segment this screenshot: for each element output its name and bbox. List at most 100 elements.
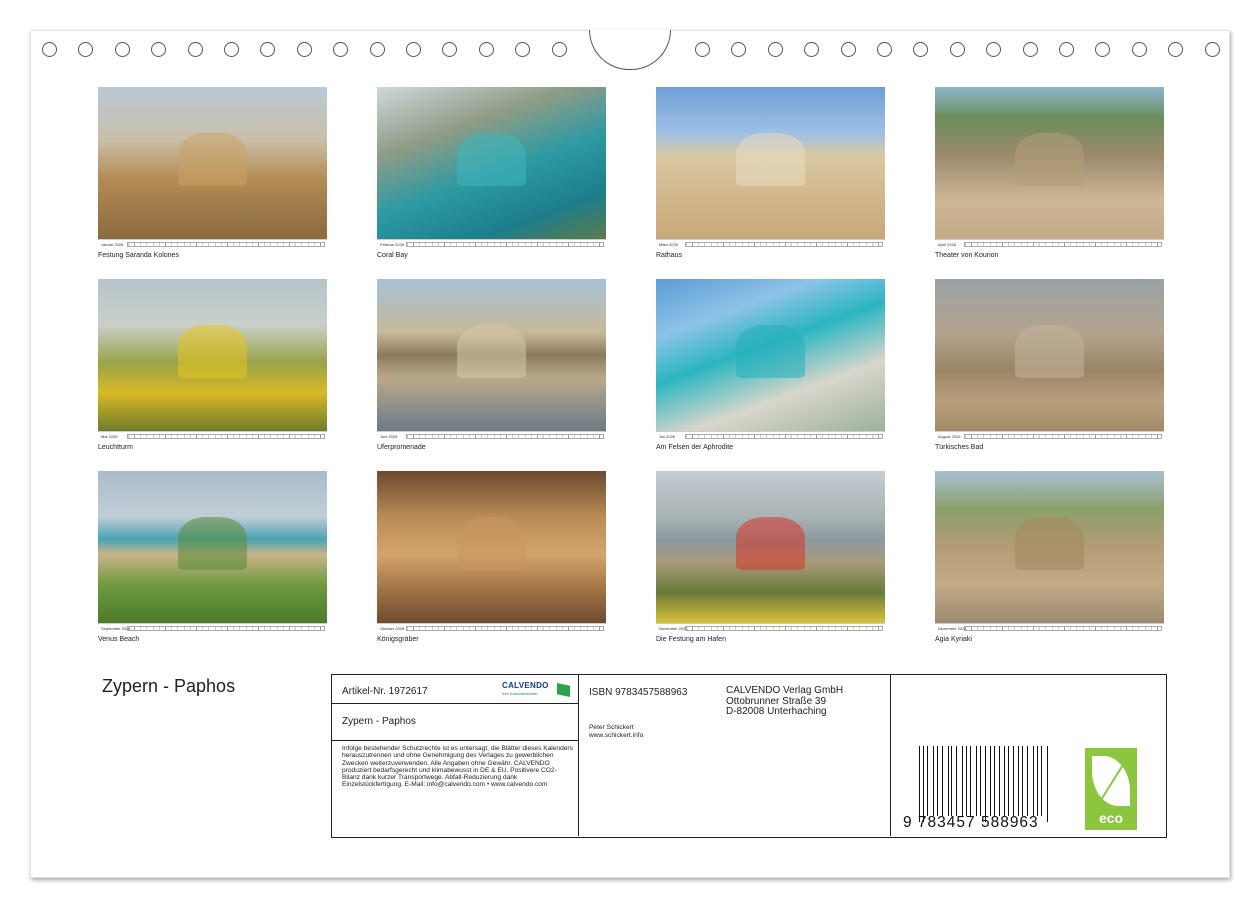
month-calendar-strip: Januar 2026 <box>98 239 327 249</box>
barcode-bar <box>1048 746 1049 822</box>
month-name: Februar 2026 <box>380 242 405 247</box>
month-photo <box>656 471 885 623</box>
month-name: Juni 2026 <box>380 434 398 439</box>
photo-caption: Theater von Kourion <box>935 252 999 259</box>
leaf-icon <box>1092 756 1130 806</box>
calvendo-logo: CALVENDO Ihre Kalendermarke <box>502 681 570 699</box>
binding-hole <box>224 42 239 57</box>
binding-hole <box>296 42 312 57</box>
month-calendar-strip: Juni 2026 <box>377 431 606 441</box>
binding-hole <box>515 42 531 57</box>
month-name: April 2026 <box>938 242 957 247</box>
photo-caption: Königsgräber <box>377 636 419 643</box>
legal-text: Infolge bestehender Schutzrechte ist es … <box>342 745 573 789</box>
binding-hole <box>695 42 710 57</box>
month-photo <box>377 279 606 431</box>
month-name: Dezember 2026 <box>938 626 967 631</box>
barcode-bar <box>1001 746 1002 816</box>
info-middle-column: ISBN 9783457588963 CALVENDO Verlag GmbH … <box>580 675 891 836</box>
photo-caption: Am Felsen der Aphrodite <box>656 444 734 451</box>
month-photo <box>935 87 1164 239</box>
photo-accent <box>736 516 805 570</box>
month-tile: Juni 2026 Uferpromenade <box>377 279 606 451</box>
photo-accent <box>178 132 247 186</box>
photo-accent <box>178 324 247 378</box>
cover-title: Zypern - Paphos <box>102 676 236 696</box>
binding-hole <box>442 42 458 57</box>
month-name: Oktober 2026 <box>380 626 405 631</box>
binding-hole <box>804 42 820 57</box>
photo-caption: Coral Bay <box>377 252 408 259</box>
month-calendar-strip: August 2026 <box>935 431 1164 441</box>
barcode-bars <box>919 746 1051 822</box>
binding-hole <box>731 42 747 57</box>
month-photo <box>935 471 1164 623</box>
binding-hole <box>260 42 276 57</box>
binding-hole <box>1022 42 1038 57</box>
photo-caption: Rathaus <box>656 252 683 259</box>
photo-accent <box>736 132 805 186</box>
barcode-bar <box>951 746 952 816</box>
month-photo <box>98 279 327 431</box>
month-calendar-strip: Juli 2026 <box>656 431 885 441</box>
binding-hole <box>369 42 385 57</box>
barcode-bar <box>991 746 992 816</box>
day-cells <box>127 626 325 631</box>
binding-hole <box>1204 42 1220 57</box>
binding-hole <box>78 42 94 57</box>
photo-caption: Uferpromenade <box>377 444 426 451</box>
article-number: Artikel-Nr. 1972617 <box>342 686 428 697</box>
photo-accent <box>457 516 526 570</box>
month-calendar-strip: April 2026 <box>935 239 1164 249</box>
day-cells <box>964 242 1162 247</box>
month-tile: März 2026 Rathaus <box>656 87 885 259</box>
photo-accent <box>1015 516 1084 570</box>
binding-hole <box>1131 42 1147 57</box>
month-tile: Oktober 2026 Königsgräber <box>377 471 606 643</box>
month-calendar-strip: Februar 2026 <box>377 239 606 249</box>
photo-caption: Venus Beach <box>98 636 140 643</box>
barcode-bar <box>1034 746 1035 816</box>
binding-hole <box>151 42 167 57</box>
month-tile: September 2026 Venus Beach <box>98 471 327 643</box>
barcode-bar <box>955 746 957 816</box>
month-photo <box>377 87 606 239</box>
month-calendar-strip: Dezember 2026 <box>935 623 1164 633</box>
isbn: ISBN 9783457588963 <box>589 687 688 698</box>
day-cells <box>406 242 604 247</box>
month-calendar-strip: Mai 2026 <box>98 431 327 441</box>
photo-accent <box>1015 324 1084 378</box>
day-cells <box>406 626 604 631</box>
binding-hole <box>767 42 783 57</box>
day-cells <box>964 626 1162 631</box>
month-photo <box>98 471 327 623</box>
day-cells <box>685 242 883 247</box>
barcode-bar <box>1029 746 1030 816</box>
month-tile: Mai 2026 Leuchtturm <box>98 279 327 451</box>
month-name: Januar 2026 <box>101 242 124 247</box>
photo-accent <box>178 516 247 570</box>
publisher-address: CALVENDO Verlag GmbH Ottobrunner Straße … <box>726 685 844 717</box>
binding-hole <box>187 42 203 57</box>
month-tile: Januar 2026 Festung Saranda Kolones <box>98 87 327 259</box>
binding-hole <box>42 42 57 57</box>
barcode-bar <box>959 746 960 816</box>
barcode-bar <box>936 746 938 816</box>
photo-caption: Agia Kyriaki <box>935 636 972 643</box>
day-cells <box>127 242 325 247</box>
barcode-bar <box>944 746 945 816</box>
month-name: Juli 2026 <box>659 434 676 439</box>
barcode: 9 783457 588963 <box>903 746 1053 832</box>
binding-hole <box>986 42 1002 57</box>
day-cells <box>685 626 883 631</box>
day-cells <box>406 434 604 439</box>
month-tile: November 2026 Die Festung am Hafen <box>656 471 885 643</box>
photo-accent <box>736 324 805 378</box>
binding-hole <box>406 42 421 57</box>
day-cells <box>685 434 883 439</box>
photo-accent <box>457 324 526 378</box>
month-calendar-strip: März 2026 <box>656 239 885 249</box>
info-left-column: Artikel-Nr. 1972617 CALVENDO Ihre Kalend… <box>332 675 579 836</box>
binding-hole <box>114 42 130 57</box>
month-photo <box>656 279 885 431</box>
